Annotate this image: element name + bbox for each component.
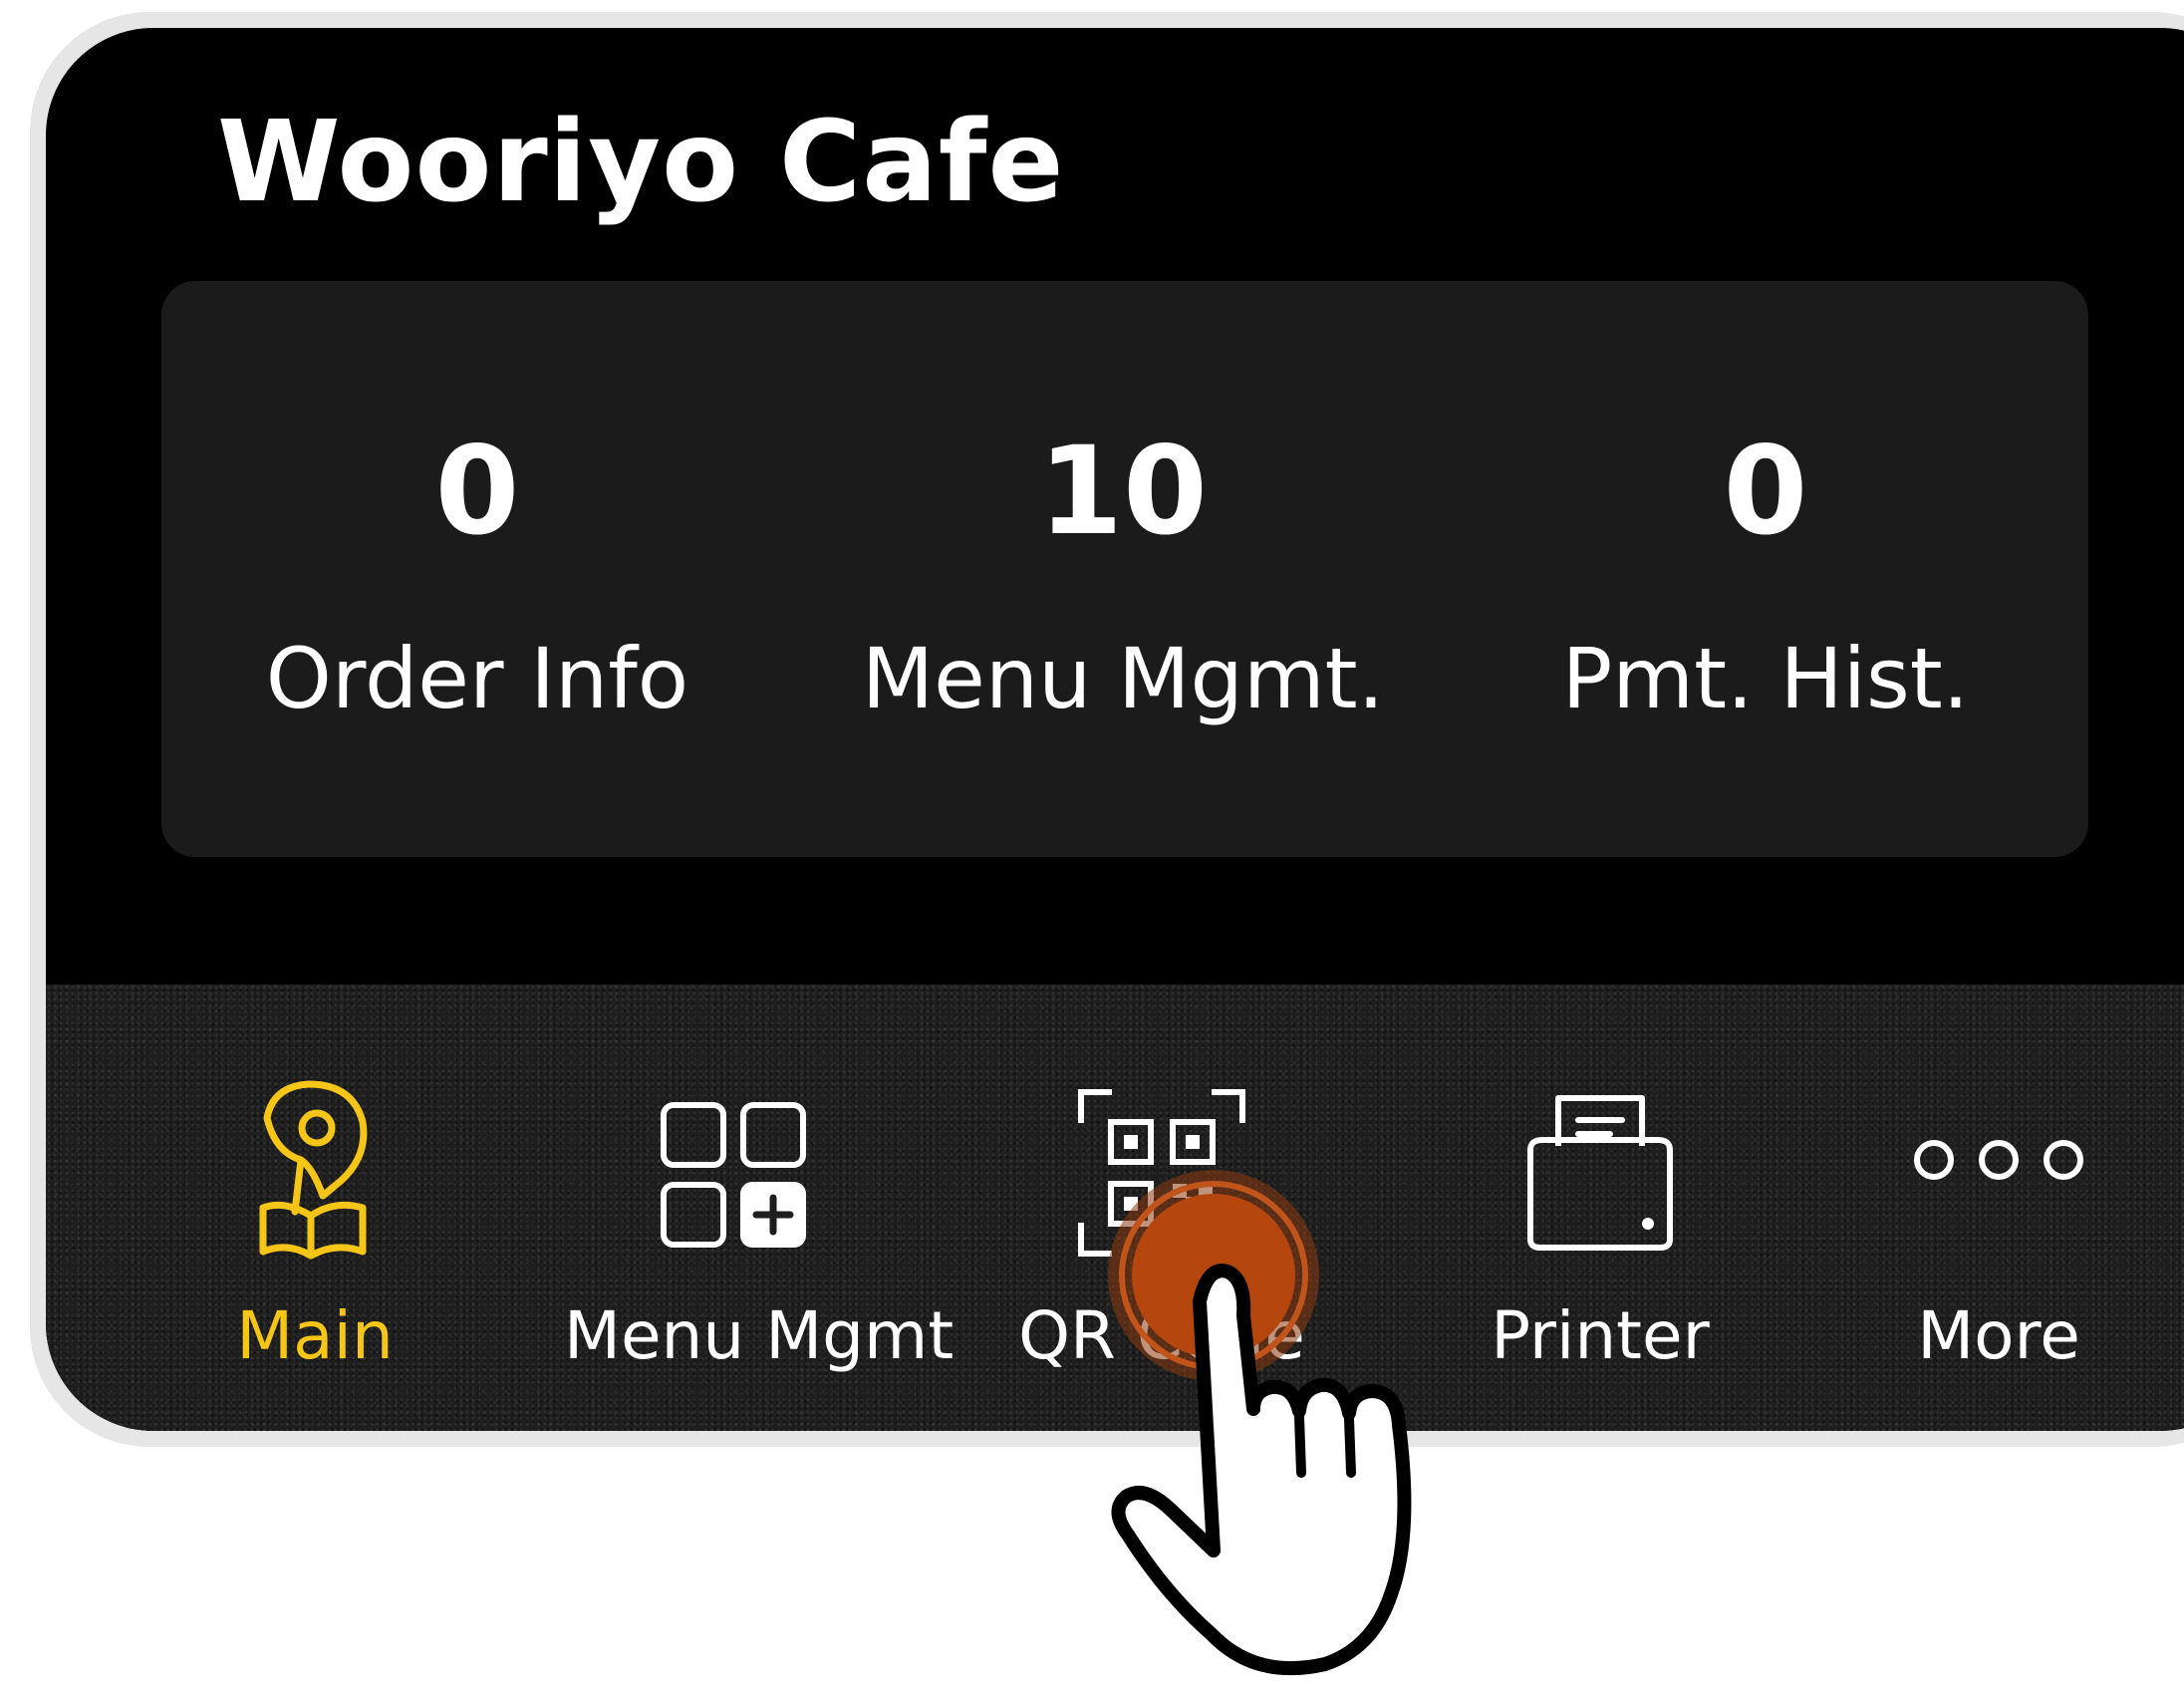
app-title: Wooriyo Cafe — [217, 98, 1065, 227]
stat-menu-mgmt[interactable]: 10 Menu Mgmt. — [804, 281, 1442, 857]
tab-label: Printer — [1491, 1297, 1710, 1374]
tab-qr-code[interactable]: QR Code — [1002, 1080, 1321, 1379]
tab-label: Menu Mgmt — [564, 1297, 955, 1374]
tab-label: QR Code — [1018, 1297, 1305, 1374]
bottom-tab-bar: Main Menu Mgmt QR Code Printer More — [46, 985, 2184, 1431]
tab-menu-mgmt[interactable]: Menu Mgmt — [564, 1080, 955, 1379]
grid-add-icon — [661, 1102, 806, 1248]
screen: Wooriyo Cafe 0 Order Info 10 Menu Mgmt. … — [0, 0, 2184, 1698]
stat-label: Menu Mgmt. — [861, 630, 1385, 727]
map-pin-book-icon — [259, 1080, 368, 1260]
more-dots-icon — [1914, 1140, 2083, 1180]
tab-label: More — [1917, 1297, 2080, 1374]
tab-label: Main — [236, 1297, 394, 1374]
qr-code-icon — [1078, 1089, 1245, 1257]
stat-label: Order Info — [265, 630, 689, 727]
stat-value: 0 — [434, 421, 520, 562]
stat-label: Pmt. Hist. — [1561, 630, 1970, 727]
stat-value: 0 — [1723, 421, 1808, 562]
stat-order-info[interactable]: 0 Order Info — [158, 281, 796, 857]
tab-more[interactable]: More — [1859, 1080, 2138, 1379]
printer-icon — [1527, 1095, 1673, 1251]
app-window: Wooriyo Cafe 0 Order Info 10 Menu Mgmt. … — [46, 28, 2184, 1431]
tab-printer[interactable]: Printer — [1441, 1080, 1760, 1379]
stat-payment-history[interactable]: 0 Pmt. Hist. — [1447, 281, 2084, 857]
stats-card: 0 Order Info 10 Menu Mgmt. 0 Pmt. Hist. — [161, 281, 2088, 857]
stat-value: 10 — [1038, 421, 1208, 562]
tab-main[interactable]: Main — [165, 1080, 464, 1379]
